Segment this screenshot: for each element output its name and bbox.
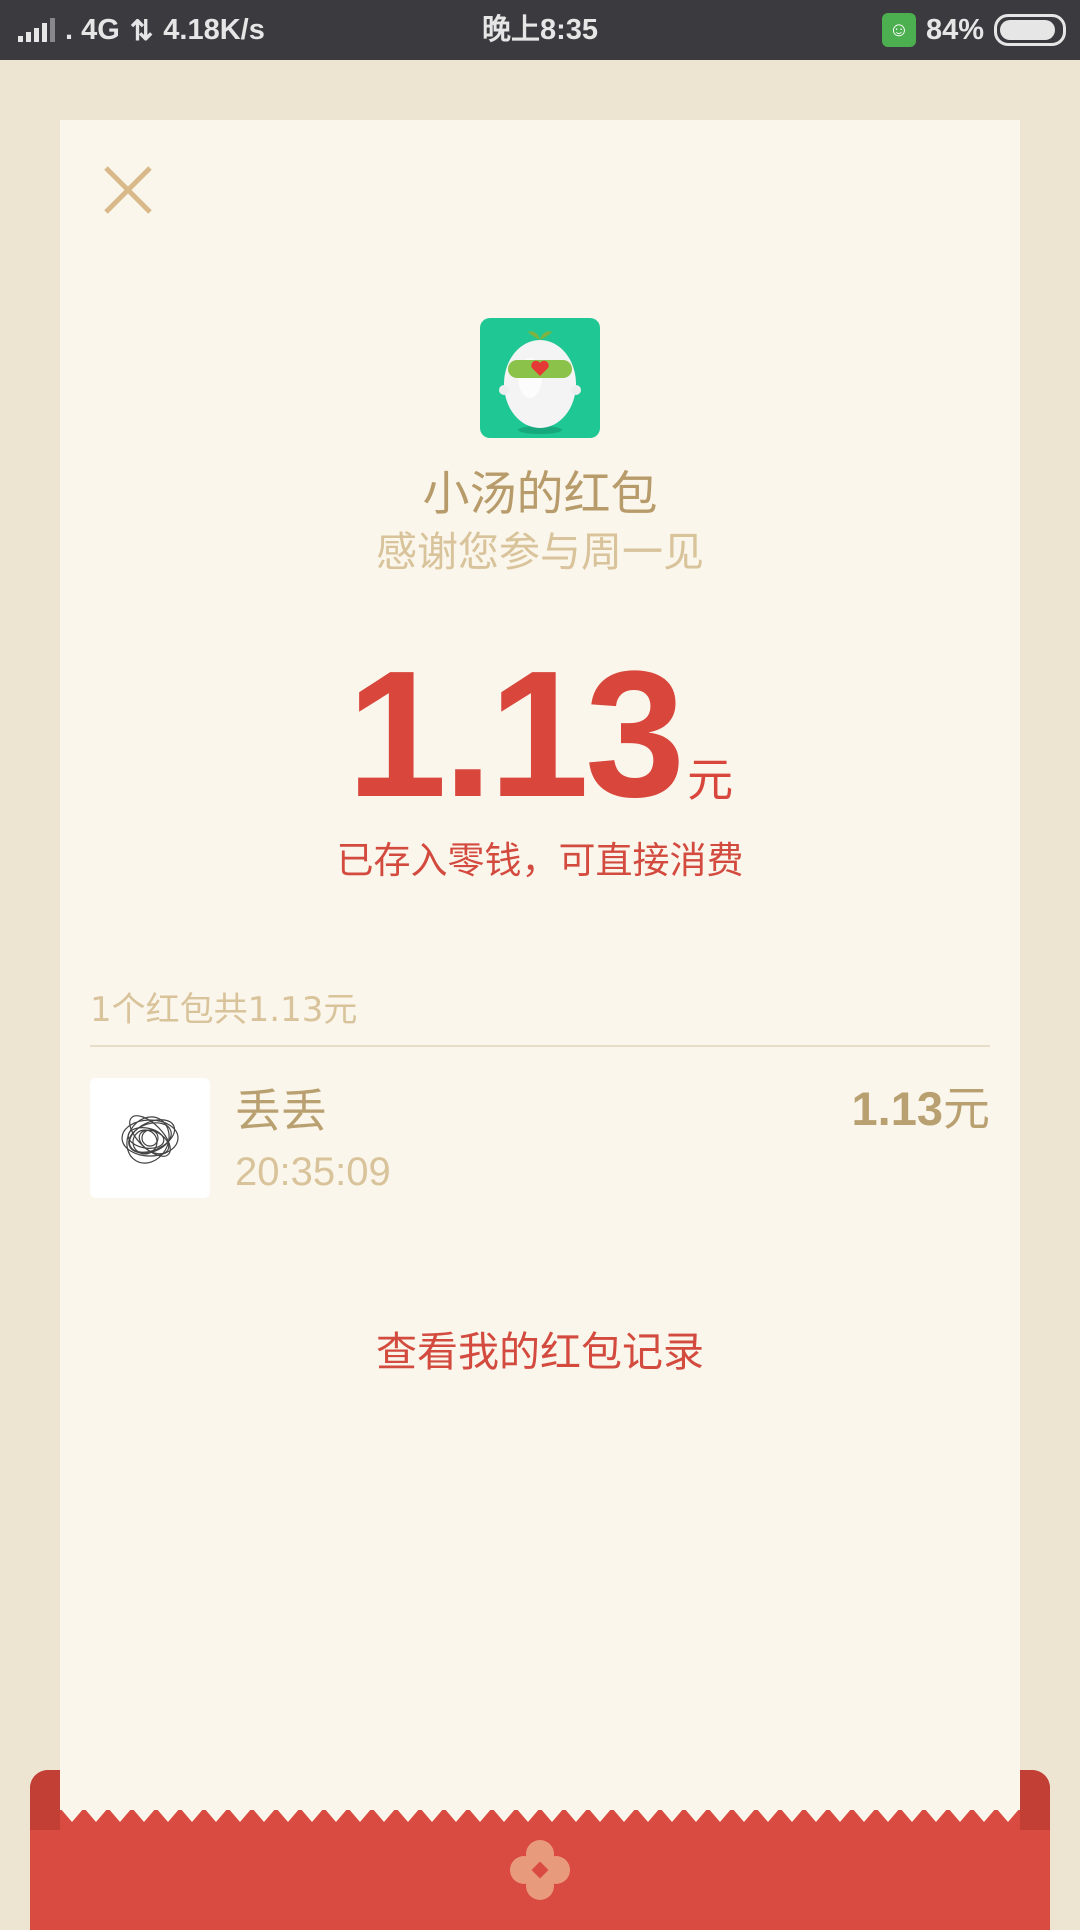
divider: [90, 1045, 990, 1047]
battery-percent: 84%: [925, 13, 984, 46]
recipient-name: 丢丢: [235, 1084, 327, 1138]
recipient-time: 20:35:09: [235, 1150, 391, 1194]
amount-value: 1.13: [346, 634, 685, 835]
app-notification-icon: ☺: [881, 13, 916, 47]
recipient-amount-unit: 元: [943, 1082, 990, 1137]
received-amount: 1.13 元: [0, 645, 1080, 825]
recipient-avatar: [90, 1078, 210, 1198]
greeting-message: 感谢您参与周一见: [376, 528, 704, 576]
status-right: ☺ 84%: [881, 0, 1066, 60]
view-records-link[interactable]: 查看我的红包记录: [0, 1318, 1080, 1378]
recipient-amount: 1.13元: [852, 1070, 990, 1139]
amount-unit: 元: [687, 753, 734, 807]
envelope-logo-icon: [510, 1840, 570, 1900]
battery-icon: [994, 14, 1066, 46]
recipient-amount-value: 1.13: [851, 1082, 943, 1135]
stored-note: 已存入零钱，可直接消费: [336, 839, 744, 882]
sender-avatar: [480, 318, 600, 438]
sender-title: 小汤的红包: [422, 467, 658, 522]
close-icon[interactable]: [98, 160, 158, 220]
card-zigzag-edge: [60, 1808, 1020, 1822]
status-bar: . 4G ⇅ 4.18K/s 晚上8:35 ☺ 84%: [0, 0, 1080, 60]
packet-summary: 1个红包共1.13元: [90, 990, 358, 1030]
